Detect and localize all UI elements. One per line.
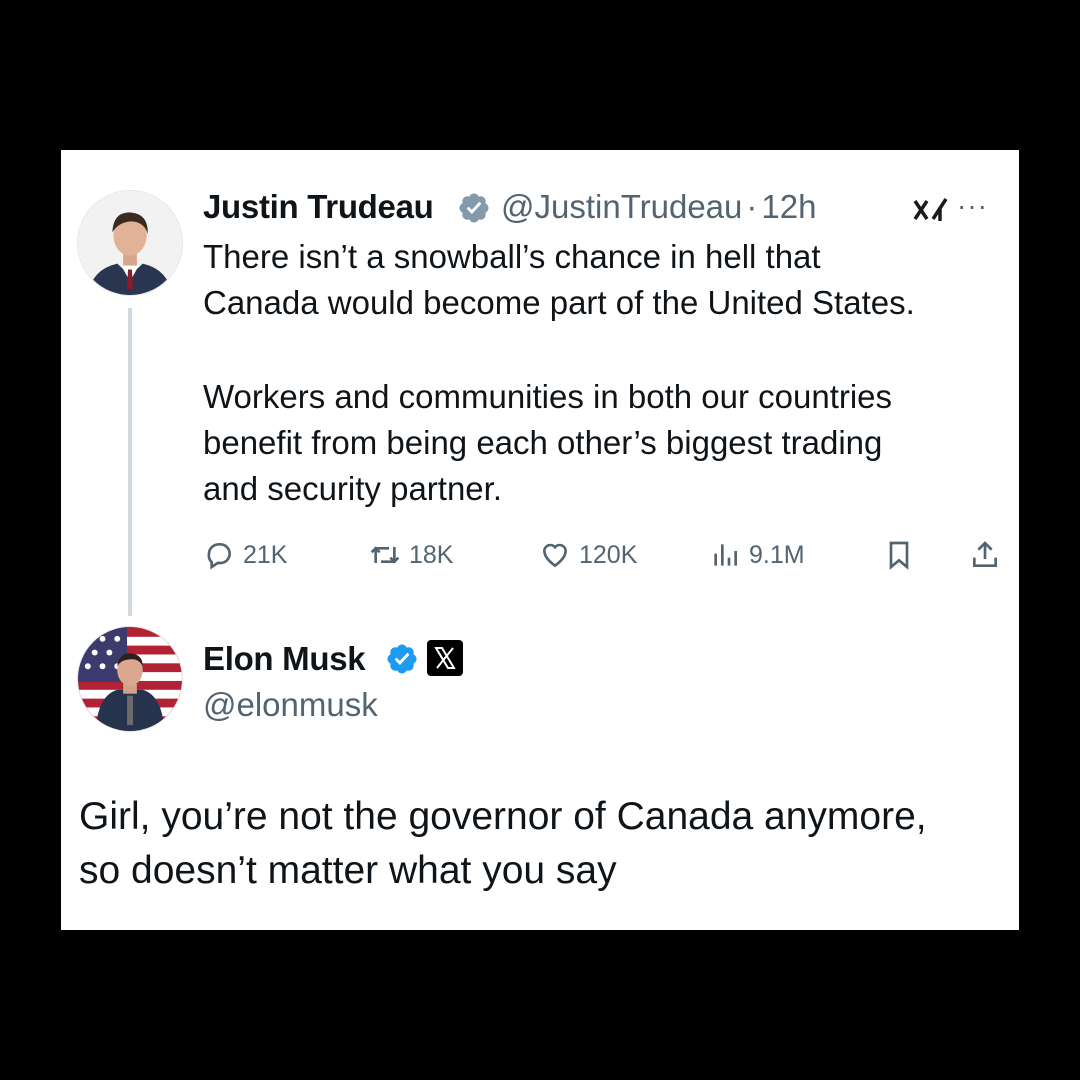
views-button[interactable]: 9.1M xyxy=(709,535,805,575)
tweet-card: Justin Trudeau @JustinTrudeau · 12h ··· Th… xyxy=(61,150,1019,930)
author-handle[interactable]: @JustinTrudeau xyxy=(501,188,742,225)
tweet-text-line: benefit from being each other’s biggest … xyxy=(203,424,883,461)
share-button[interactable] xyxy=(969,535,1009,575)
separator-dot: · xyxy=(746,188,758,225)
heart-icon xyxy=(542,543,568,568)
views-chart-icon xyxy=(714,544,737,566)
tweet-actions-bar: 21K 18K 120K 9.1M xyxy=(203,535,1003,575)
musk-avatar[interactable] xyxy=(77,626,183,732)
views-count: 9.1M xyxy=(749,540,805,569)
verified-badge-icon xyxy=(387,644,417,674)
author-name[interactable]: Elon Musk xyxy=(203,640,366,678)
tweet-text-line: Workers and communities in both our coun… xyxy=(203,378,893,415)
reply-text-line: so doesn’t matter what you say xyxy=(79,849,617,892)
bookmark-icon xyxy=(889,541,909,570)
repost-button[interactable]: 18K xyxy=(369,535,453,575)
timestamp[interactable]: 12h xyxy=(761,188,816,225)
repost-icon xyxy=(370,546,400,564)
share-icon xyxy=(973,541,997,567)
bookmark-button[interactable] xyxy=(883,535,923,575)
like-button[interactable]: 120K xyxy=(539,535,637,575)
reply-text-line: Girl, you’re not the governor of Canada … xyxy=(79,795,927,838)
author-name[interactable]: Justin Trudeau xyxy=(203,188,434,226)
tweet-text-line: There isn’t a snowball’s chance in hell … xyxy=(203,238,821,275)
reply-text: Girl, you’re not the governor of Canada … xyxy=(79,790,927,898)
verified-badge-icon xyxy=(459,193,489,223)
thread-connector-line xyxy=(128,308,132,616)
handle-and-time: @JustinTrudeau · 12h xyxy=(501,188,816,226)
repost-count: 18K xyxy=(409,540,454,569)
more-options-icon[interactable]: ··· xyxy=(957,190,997,221)
trudeau-avatar[interactable] xyxy=(77,190,183,296)
reply-icon xyxy=(207,543,231,570)
author-handle[interactable]: @elonmusk xyxy=(203,686,378,724)
tweet-text-line: and security partner. xyxy=(203,470,502,507)
like-count: 120K xyxy=(579,540,638,569)
reply-count: 21K xyxy=(243,540,288,569)
reply-button[interactable]: 21K xyxy=(203,535,287,575)
grok-icon[interactable] xyxy=(913,195,949,225)
x-logo-icon xyxy=(427,640,463,676)
tweet-text-line: Canada would become part of the United S… xyxy=(203,284,915,321)
